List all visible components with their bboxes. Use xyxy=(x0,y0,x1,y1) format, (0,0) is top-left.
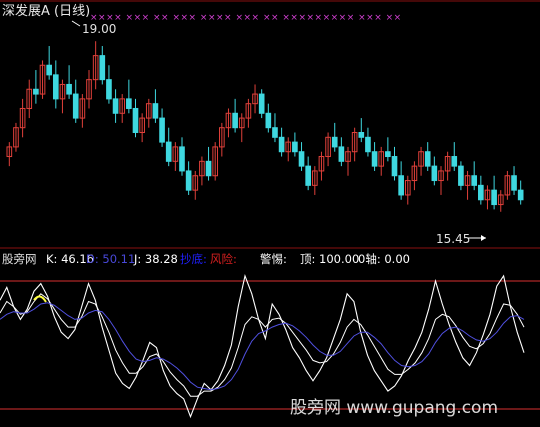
candlesticks xyxy=(6,41,524,212)
candle-body xyxy=(398,175,404,196)
candle-body xyxy=(331,136,338,148)
candle-body xyxy=(52,74,59,100)
candle-body xyxy=(72,93,79,119)
candle-body xyxy=(106,79,112,100)
candle-body xyxy=(132,107,139,134)
high-annotation: 19.00 xyxy=(71,20,116,36)
indicator-name: 股旁网 xyxy=(2,252,37,266)
indicator-lines xyxy=(0,273,525,419)
high-price-label: 19.00 xyxy=(82,22,116,36)
chart-title: 深发展A (日线) xyxy=(2,3,90,19)
candle-body xyxy=(471,175,478,186)
candle-body xyxy=(112,98,119,114)
legend-D: D: 50.11 xyxy=(86,252,135,266)
candle-body xyxy=(185,170,192,191)
candle-body xyxy=(391,156,398,177)
series-line-j xyxy=(0,273,525,419)
candle-body xyxy=(305,165,311,186)
candle-body xyxy=(205,160,212,177)
signal-arc xyxy=(33,295,47,303)
candle-body xyxy=(358,132,365,138)
candle-body xyxy=(99,55,106,81)
low-price-label: 15.45 xyxy=(436,232,470,246)
candle-body xyxy=(258,93,265,114)
high-arrow xyxy=(71,20,81,27)
candle-body xyxy=(451,156,458,167)
legend-抄底: 抄底: xyxy=(180,252,207,266)
candle-body xyxy=(338,146,345,162)
candle-body xyxy=(165,141,172,162)
candle-body xyxy=(33,88,39,95)
price-panel: 深发展A (日线) ×××× ××× ×× ××× ×××× ××× ×× ××… xyxy=(0,0,540,249)
legend-0轴: 0轴: 0.00 xyxy=(358,252,410,266)
indicator-panel: 股旁网 K: 46.16D: 50.11J: 38.28 抄底: 风险: 警惕: 顶… xyxy=(0,252,540,419)
candle-body xyxy=(491,189,497,206)
candle-body xyxy=(478,184,484,201)
candle-body xyxy=(232,112,238,129)
candle-body xyxy=(458,165,464,186)
legend-J: J: 38.28 xyxy=(133,252,178,266)
stock-chart: 深发展A (日线) ×××× ××× ×× ××× ×××× ××× ×× ××… xyxy=(0,0,540,419)
candle-body xyxy=(517,189,524,201)
candle-body xyxy=(159,117,165,143)
legend-顶: 顶: 100.00 xyxy=(300,252,359,266)
candle-body xyxy=(272,127,278,138)
candle-body xyxy=(265,112,272,129)
signal-marker-text: ×××× ××× ×× ××× ×××× ××× ×× ××××××××× ××… xyxy=(90,13,402,23)
candle-body xyxy=(46,64,52,76)
candle-body xyxy=(431,165,438,182)
candle-body xyxy=(66,83,72,95)
legend-警惕: 警惕: xyxy=(260,252,287,266)
watermark: 股旁网 www.gupang.com xyxy=(290,398,498,418)
candle-body xyxy=(511,175,517,191)
legend-风险: 风险: xyxy=(210,252,237,266)
candle-body xyxy=(152,103,159,119)
series-line-k xyxy=(0,293,525,397)
candle-body xyxy=(371,151,378,167)
candle-body xyxy=(292,141,298,153)
candle-body xyxy=(385,151,391,158)
low-annotation: 15.45 xyxy=(436,232,486,246)
indicator-legend: 股旁网 K: 46.16D: 50.11J: 38.28 抄底: 风险: 警惕: 顶… xyxy=(2,252,410,266)
signal-markers: ×××× ××× ×× ××× ×××× ××× ×× ××××××××× ××… xyxy=(90,13,402,23)
candle-body xyxy=(179,146,185,172)
candle-body xyxy=(298,151,305,167)
candle-body xyxy=(126,98,132,109)
low-arrow-head xyxy=(481,235,486,241)
candle-body xyxy=(278,136,285,153)
candle-body xyxy=(365,136,371,153)
candle-body xyxy=(424,151,431,167)
